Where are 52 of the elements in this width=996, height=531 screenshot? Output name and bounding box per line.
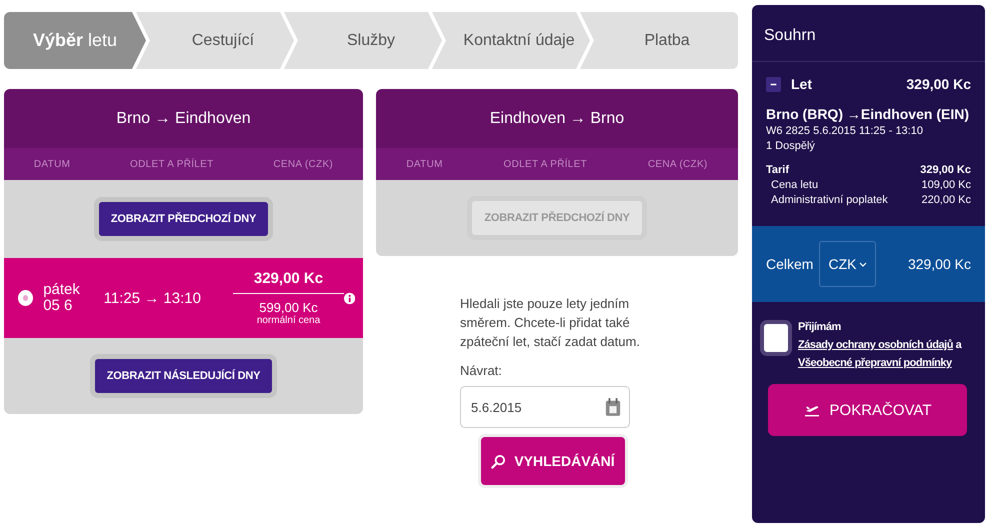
column-header: ODLET A PŘÍLET [504,158,588,170]
fare-label: Tarif [766,164,790,176]
terms-link[interactable]: Všeobecné přepravní podmínky [798,357,952,369]
one-way-note: Hledali jste pouze lety jedním směrem. Chcete-li přidat také zpáteční let, stačí zadat datum. [460,295,641,351]
route-title: Eindhoven → Brno [490,110,624,128]
step-tab[interactable]: Služby [284,12,442,69]
step-tab[interactable]: Kontaktní údaje [432,12,590,69]
return-label: Návrat: [460,363,503,378]
terms-link[interactable]: Zásady ochrany osobních údajů [798,339,954,351]
fare-value: 109,00 Kc [921,179,971,191]
fare-label: Administrativní poplatek [771,194,888,206]
column-header: DATUM [406,158,443,170]
search-icon [491,454,506,468]
total-label: Celkem [766,256,814,272]
summary-title: Souhrn [752,5,985,62]
info-icon[interactable] [344,292,356,304]
step-tab[interactable]: Cestující [136,12,294,69]
collapse-icon[interactable] [766,76,781,92]
column-header: CENA (CZK) [648,158,708,170]
flight-details: W6 2825 5.6.2015 11:25 - 13:10 [766,125,924,137]
next-days-button[interactable]: ZOBRAZIT NÁSLEDUJÍCÍ DNY [90,354,278,398]
return-date-field[interactable]: 5.6.2015 [460,386,630,428]
flight-row[interactable]: pátek 05 6 11:25 → 13:10 329,00 Kc 599,00 Kc normální cena [4,258,363,338]
column-header: DATUM [34,158,70,170]
normal-price: 599,00 Kc [259,300,318,315]
price: 329,00 Kc [233,270,344,294]
fare-value: 329,00 Kc [920,164,971,176]
route-title: Brno → Eindhoven [116,110,251,128]
section-price: 329,00 Kc [906,76,971,92]
fare-value: 220,00 Kc [921,194,971,206]
currency-dropdown[interactable]: CZK [819,241,876,287]
agreement-text: Přijímám Zásady ochrany osobních údajů a Všeobecné přepravní podmínky [798,320,963,371]
day-label: pátek [43,282,81,298]
chevron-down-icon [859,262,868,266]
total-amount: 329,00 Kc [908,256,971,272]
step-tab[interactable]: Výběr letu [4,12,146,69]
passenger-count: 1 Dospělý [766,140,816,152]
search-button[interactable]: VYHLEDÁVÁNÍ [478,434,628,488]
date-label: 05 6 [43,298,72,314]
fare-label: Cena letu [771,179,818,191]
plane-icon [804,403,820,417]
section-label: Let [791,76,812,92]
column-header: ODLET A PŘÍLET [130,158,214,170]
radio-button[interactable] [18,290,34,306]
column-header: CENA (CZK) [273,158,334,170]
flight-time: 11:25 → 13:10 [104,290,202,306]
agreement-checkbox[interactable] [760,320,792,356]
step-tab[interactable]: Platba [580,12,738,69]
normal-price-label: normální cena [256,315,320,326]
route-summary: Brno (BRQ) →Eindhoven (EIN) [766,106,970,122]
continue-button[interactable]: POKRAČOVAT [768,384,967,436]
previous-days-button[interactable]: ZOBRAZIT PŘEDCHOZÍ DNY [94,197,274,241]
